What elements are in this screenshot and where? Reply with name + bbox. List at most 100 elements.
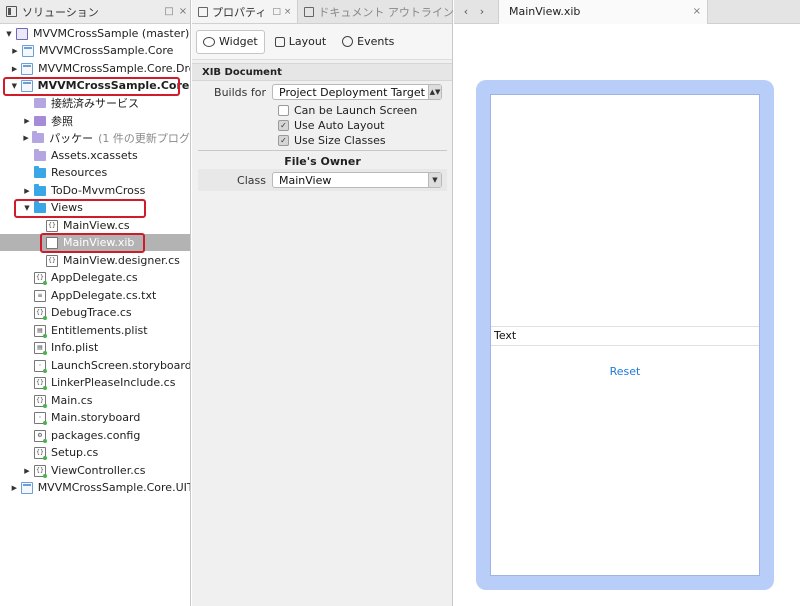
tree-item-label: ToDo-MvvmCross xyxy=(51,184,146,197)
checkbox-size-classes[interactable]: ✓ xyxy=(278,135,289,146)
subtab-events[interactable]: Events xyxy=(336,30,400,54)
design-canvas[interactable]: Text Reset xyxy=(476,80,774,590)
tree-item-launchscreen[interactable]: ◦ LaunchScreen.storyboard xyxy=(0,357,191,374)
tree-item-resources[interactable]: Resources xyxy=(0,164,190,181)
project-icon xyxy=(20,481,33,494)
tree-item-main-cs[interactable]: {} Main.cs xyxy=(0,392,190,409)
close-icon[interactable]: × xyxy=(693,6,701,17)
properties-subtabs: Widget Layout Events xyxy=(192,24,452,60)
cs-file-icon: {} xyxy=(34,394,47,408)
expand-arrow-icon[interactable]: ▶ xyxy=(22,187,32,195)
expand-arrow-icon[interactable]: ▶ xyxy=(10,47,20,55)
checkbox-label: Use Auto Layout xyxy=(294,119,385,132)
expand-arrow-icon[interactable]: ▶ xyxy=(22,467,32,475)
checkbox-auto-layout[interactable]: ✓ xyxy=(278,120,289,131)
text-field[interactable]: Text xyxy=(491,326,759,346)
storyboard-file-icon: ◦ xyxy=(34,359,47,373)
tree-item-mainview-cs[interactable]: {} MainView.cs xyxy=(0,217,190,234)
solution-icon xyxy=(16,27,28,40)
tree-item-label: ViewController.cs xyxy=(51,464,146,477)
expand-arrow-icon[interactable]: ▶ xyxy=(10,65,19,73)
cs-file-icon: {} xyxy=(46,219,58,232)
tree-item-label: Resources xyxy=(51,166,108,179)
tree-item-assets[interactable]: Assets.xcassets xyxy=(0,147,190,164)
subtab-label: Events xyxy=(357,35,395,48)
builds-for-row: Builds for Project Deployment Target ▲▼ xyxy=(192,84,453,100)
subtab-layout[interactable]: Layout xyxy=(269,30,332,54)
checkbox-auto-layout-row[interactable]: ✓ Use Auto Layout xyxy=(192,119,453,132)
view-controller-screen[interactable]: Text Reset xyxy=(490,94,760,576)
class-row: Class MainView ▼ xyxy=(192,172,453,188)
tab-properties[interactable]: プロパティ □ × xyxy=(192,0,299,23)
tab-document-outline[interactable]: ドキュメント アウトライン xyxy=(298,0,460,23)
class-value: MainView xyxy=(279,173,332,187)
tree-item-solution[interactable]: ▼ MVVMCrossSample (master) xyxy=(0,25,190,42)
reset-button[interactable]: Reset xyxy=(491,365,759,378)
tree-item-references[interactable]: ▶ 参照 xyxy=(0,112,190,129)
tree-item-label: DebugTrace.cs xyxy=(51,306,132,319)
tree-item-label: MainView.cs xyxy=(63,219,130,232)
tree-item-linker-cs[interactable]: {} LinkerPleaseInclude.cs xyxy=(0,374,190,391)
tree-item-main-storyboard[interactable]: ◦ Main.storyboard xyxy=(0,409,190,426)
expand-arrow-icon[interactable]: ▶ xyxy=(22,134,30,142)
forward-icon[interactable]: › xyxy=(474,5,490,18)
subtab-label: Widget xyxy=(219,35,258,48)
folder-icon xyxy=(34,183,46,196)
tree-item-appdelegate-cs[interactable]: {} AppDelegate.cs xyxy=(0,269,190,286)
tree-item-project-droid[interactable]: ▶ MVVMCrossSample.Core.Droid xyxy=(0,60,190,77)
tree-item-appdelegate-txt[interactable]: ≡ AppDelegate.cs.txt xyxy=(0,287,190,304)
checkbox-launch-screen-row[interactable]: Can be Launch Screen xyxy=(192,104,453,117)
expand-arrow-icon[interactable]: ▼ xyxy=(4,30,14,38)
divider xyxy=(198,150,447,151)
close-icon[interactable]: × xyxy=(284,7,292,17)
tree-item-connected-services[interactable]: 接続済みサービス xyxy=(0,94,190,111)
tree-item-packages-config[interactable]: ⚙ packages.config xyxy=(0,427,190,444)
widget-icon xyxy=(203,36,215,47)
tree-item-mainview-designer-cs[interactable]: {} MainView.designer.cs xyxy=(0,252,190,269)
tree-item-info-plist[interactable]: ▤ Info.plist xyxy=(0,339,190,356)
cs-file-icon: {} xyxy=(34,464,47,478)
tree-item-label: LaunchScreen.storyboard xyxy=(51,359,191,372)
tree-item-label: AppDelegate.cs.txt xyxy=(51,289,157,302)
tab-mainview-xib[interactable]: MainView.xib × xyxy=(498,0,708,24)
checkbox-label: Can be Launch Screen xyxy=(294,104,418,117)
class-combobox[interactable]: MainView ▼ xyxy=(272,172,442,188)
tree-item-entitlements[interactable]: ▤ Entitlements.plist xyxy=(0,322,190,339)
minimize-icon[interactable]: □ xyxy=(162,6,176,17)
solution-pad-title: ソリューション xyxy=(22,5,99,19)
builds-for-select[interactable]: Project Deployment Target ▲▼ xyxy=(272,84,442,100)
highlight-ios-project xyxy=(3,77,180,96)
chevron-down-icon[interactable]: ▼ xyxy=(428,173,441,187)
document-tabbar: ‹ › MainView.xib × xyxy=(454,0,800,24)
tree-item-label: MVVMCrossSample (master) xyxy=(33,27,190,40)
tab-label: プロパティ xyxy=(212,5,267,19)
config-file-icon: ⚙ xyxy=(34,429,47,443)
minimize-icon[interactable]: □ xyxy=(272,7,281,17)
expand-arrow-icon[interactable]: ▶ xyxy=(10,484,19,492)
subtab-widget[interactable]: Widget xyxy=(196,29,265,54)
tree-item-project-core[interactable]: ▶ MVVMCrossSample.Core xyxy=(0,42,190,59)
tree-item-label: MVVMCrossSample.Core.UITests xyxy=(37,481,191,494)
tree-item-label: Info.plist xyxy=(51,341,99,354)
solution-pad: ソリューション □ × ▼ MVVMCrossSample (master) ▶… xyxy=(0,0,191,606)
section-files-owner: File's Owner xyxy=(284,155,361,168)
close-icon[interactable]: × xyxy=(176,6,190,17)
tree-item-project-uitests[interactable]: ▶ MVVMCrossSample.Core.UITests xyxy=(0,479,191,496)
tree-item-label: Assets.xcassets xyxy=(51,149,138,162)
tree-item-label: MainView.designer.cs xyxy=(63,254,180,267)
tree-item-label: 接続済みサービス xyxy=(51,96,139,110)
tree-item-packages[interactable]: ▶ パッケージ (1 件の更新プログラム xyxy=(0,129,190,146)
tree-item-setup-cs[interactable]: {} Setup.cs xyxy=(0,444,190,461)
expand-arrow-icon[interactable]: ▶ xyxy=(22,117,32,125)
back-icon[interactable]: ‹ xyxy=(458,5,474,18)
tree-item-label: AppDelegate.cs xyxy=(51,271,138,284)
section-xib-document: XIB Document xyxy=(192,63,452,81)
tree-item-debugtrace-cs[interactable]: {} DebugTrace.cs xyxy=(0,304,190,321)
checkbox-launch-screen[interactable] xyxy=(278,105,289,116)
highlight-mainview-xib xyxy=(40,233,145,253)
checkbox-size-classes-row[interactable]: ✓ Use Size Classes xyxy=(192,134,453,147)
cs-file-icon: {} xyxy=(34,271,47,285)
tree-item-todo-mvvmcross[interactable]: ▶ ToDo-MvvmCross xyxy=(0,182,190,199)
tree-item-viewcontroller-cs[interactable]: ▶ {} ViewController.cs xyxy=(0,462,190,479)
tree-item-label: LinkerPleaseInclude.cs xyxy=(51,376,176,389)
